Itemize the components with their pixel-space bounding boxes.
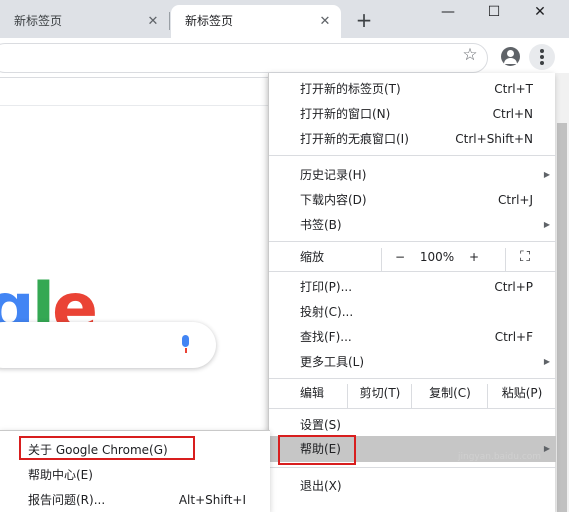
microphone-icon[interactable]: [182, 335, 190, 355]
paste-button[interactable]: 粘贴(P): [491, 381, 553, 405]
menu-item-history[interactable]: 历史记录(H) ▶: [269, 163, 556, 187]
menu-separator: [269, 467, 556, 468]
divider: [347, 384, 348, 408]
tab-title: 新标签页: [185, 14, 234, 28]
watermark: jingyan.baidu.com: [458, 452, 542, 462]
maximize-button[interactable]: ☐: [471, 0, 517, 26]
address-bar[interactable]: [0, 43, 488, 73]
menu-row-zoom: 缩放 − 100% + ⛶: [269, 245, 556, 272]
submenu-arrow-icon: ▶: [543, 357, 550, 366]
tab-separator: [169, 12, 170, 30]
divider: [487, 384, 488, 408]
tab-new-tab-2[interactable]: 新标签页 ✕: [171, 5, 341, 38]
submenu-arrow-icon: ▶: [543, 220, 550, 229]
profile-avatar-icon[interactable]: [501, 47, 520, 66]
zoom-level: 100%: [419, 250, 455, 264]
menu-separator: [269, 155, 556, 156]
menu-separator: [269, 241, 556, 242]
menu-separator: [269, 408, 556, 409]
bookmark-star-icon[interactable]: ☆: [460, 45, 480, 65]
tab-strip: 新标签页 ✕ 新标签页 ✕ + — ☐ ✕: [0, 0, 569, 38]
new-tab-button[interactable]: +: [352, 8, 376, 32]
submenu-item-help-center[interactable]: 帮助中心(E): [0, 463, 270, 487]
submenu-arrow-icon: ▶: [543, 170, 550, 179]
menu-item-settings[interactable]: 设置(S): [269, 413, 556, 437]
divider: [505, 248, 506, 272]
zoom-in-button[interactable]: +: [461, 245, 487, 269]
dot-icon: [540, 55, 544, 59]
minimize-button[interactable]: —: [425, 0, 471, 26]
menu-item-find[interactable]: 查找(F)... Ctrl+F: [269, 325, 556, 349]
divider: [381, 248, 382, 272]
menu-item-more-tools[interactable]: 更多工具(L) ▶: [269, 350, 556, 374]
tab-new-tab-1[interactable]: 新标签页 ✕: [0, 5, 169, 38]
close-icon[interactable]: ✕: [145, 5, 161, 38]
cut-button[interactable]: 剪切(T): [349, 381, 411, 405]
dot-icon: [540, 61, 544, 65]
tab-title: 新标签页: [14, 14, 63, 28]
menu-item-new-tab[interactable]: 打开新的标签页(T) Ctrl+T: [269, 77, 556, 101]
menu-item-new-window[interactable]: 打开新的窗口(N) Ctrl+N: [269, 102, 556, 126]
menu-item-incognito[interactable]: 打开新的无痕窗口(I) Ctrl+Shift+N: [269, 127, 556, 151]
scrollbar-thumb[interactable]: [557, 123, 567, 512]
divider: [0, 105, 268, 106]
menu-item-bookmarks[interactable]: 书签(B) ▶: [269, 213, 556, 237]
menu-item-cast[interactable]: 投射(C)...: [269, 300, 556, 324]
menu-row-edit: 编辑 剪切(T) 复制(C) 粘贴(P): [269, 381, 556, 408]
menu-item-exit[interactable]: 退出(X): [269, 474, 556, 498]
highlight-box-help: [278, 435, 356, 465]
close-icon[interactable]: ✕: [317, 5, 333, 38]
scrollbar[interactable]: [555, 73, 569, 512]
highlight-box-about: [19, 436, 195, 460]
submenu-arrow-icon: ▶: [543, 444, 550, 453]
menu-item-print[interactable]: 打印(P)... Ctrl+P: [269, 275, 556, 299]
menu-separator: [269, 378, 556, 379]
zoom-out-button[interactable]: −: [387, 245, 413, 269]
menu-kebab-button[interactable]: [529, 44, 555, 70]
menu-separator: [269, 271, 556, 272]
divider: [411, 384, 412, 408]
toolbar: [0, 38, 569, 78]
dot-icon: [540, 49, 544, 53]
menu-item-downloads[interactable]: 下载内容(D) Ctrl+J: [269, 188, 556, 212]
window-close-button[interactable]: ✕: [517, 0, 563, 26]
submenu-item-report-issue[interactable]: 报告问题(R)... Alt+Shift+I: [0, 488, 270, 512]
fullscreen-icon[interactable]: ⛶: [513, 245, 537, 269]
copy-button[interactable]: 复制(C): [413, 381, 487, 405]
